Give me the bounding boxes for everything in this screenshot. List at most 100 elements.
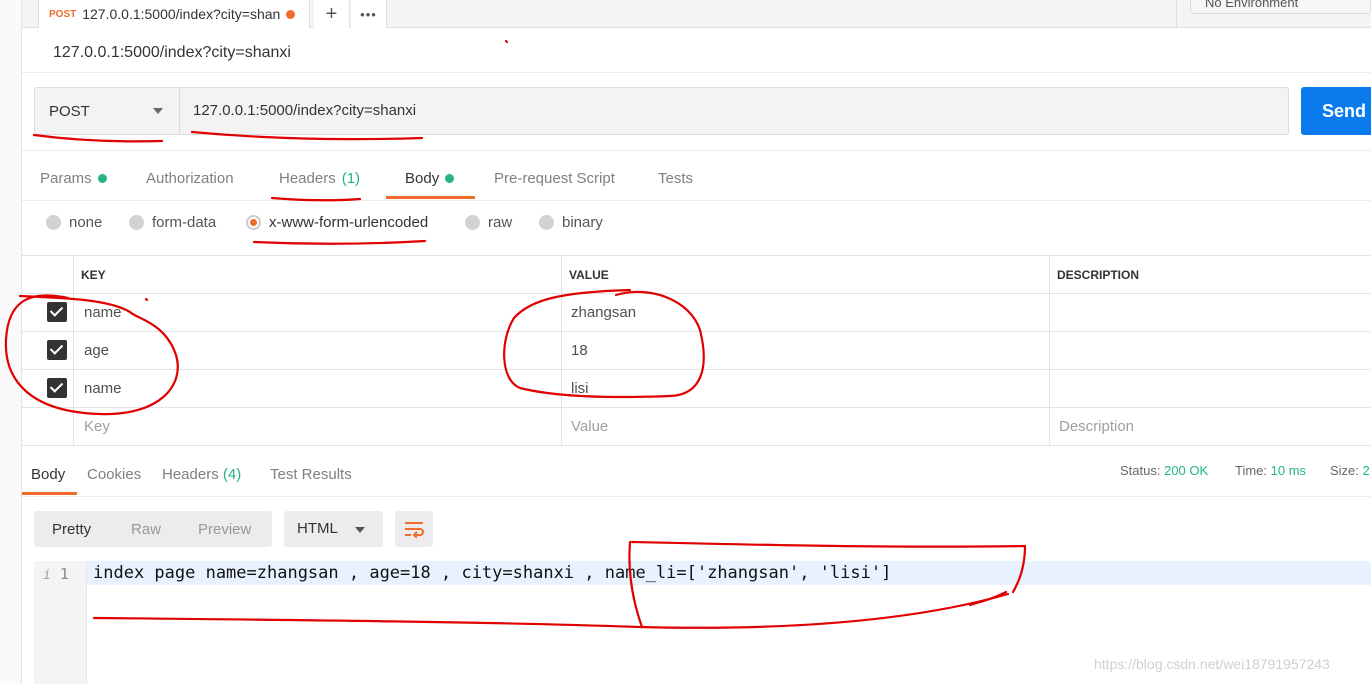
annotation-underline-output (92, 592, 1010, 629)
body-type-label: binary (562, 214, 603, 231)
response-tab-cookies[interactable]: Cookies (87, 466, 141, 483)
body-type-raw[interactable]: raw (465, 214, 512, 231)
tab-tests[interactable]: Tests (658, 170, 693, 187)
body-type-form-data[interactable]: form-data (129, 214, 216, 231)
body-type-label: none (69, 214, 103, 231)
method-value: POST (49, 102, 90, 120)
format-value: HTML (297, 520, 338, 537)
response-tab-headers-label: Headers (162, 466, 219, 483)
table-row: age 18 (22, 332, 1371, 370)
wrap-lines-icon (405, 522, 424, 538)
request-tab-method: POST (49, 8, 77, 20)
divider (22, 200, 1371, 201)
tab-params[interactable]: Params (40, 170, 107, 187)
column-divider (561, 255, 562, 446)
tab-params-label: Params (40, 170, 92, 187)
environment-select[interactable]: No Environment (1190, 0, 1371, 14)
format-select[interactable]: HTML (284, 511, 383, 547)
status-value: 200 OK (1164, 463, 1209, 478)
postman-window: POST 127.0.0.1:5000/index?city=shan + ••… (0, 0, 1371, 684)
annotation-dot (504, 39, 509, 44)
annotation-underline-method (32, 133, 164, 143)
response-time: Time: 10 ms (1235, 463, 1306, 478)
wrap-lines-button[interactable] (395, 511, 433, 547)
tab-headers-label: Headers (279, 170, 336, 187)
table-row-new: Key Value Description (22, 408, 1371, 446)
body-type-label: x-www-form-urlencoded (269, 214, 429, 231)
body-type-label: form-data (152, 214, 217, 231)
radio-selected-icon (246, 215, 261, 230)
column-header-description: DESCRIPTION (1057, 268, 1140, 282)
tab-authorization[interactable]: Authorization (146, 170, 234, 187)
radio-icon (129, 215, 144, 230)
param-value[interactable]: lisi (571, 380, 589, 397)
active-tab-indicator (386, 196, 475, 199)
new-value-input[interactable]: Value (571, 418, 608, 435)
new-tab-button[interactable]: + (314, 0, 350, 28)
plus-icon: + (325, 2, 338, 25)
line-number-value: 1 (59, 565, 69, 583)
more-tabs-button[interactable]: ••• (351, 0, 387, 28)
body-type-none[interactable]: none (46, 214, 102, 231)
view-raw-button[interactable]: Raw (131, 521, 161, 538)
response-tab-body[interactable]: Body (31, 466, 65, 483)
method-select[interactable]: POST (34, 87, 180, 135)
new-key-input[interactable]: Key (84, 418, 110, 435)
time-value: 10 ms (1270, 463, 1307, 478)
unsaved-dot-icon (286, 9, 296, 19)
row-checkbox[interactable] (47, 340, 67, 360)
tab-headers[interactable]: Headers (1) (279, 170, 360, 187)
tab-body[interactable]: Body (405, 170, 455, 187)
time-label: Time: (1235, 463, 1268, 478)
url-input[interactable]: 127.0.0.1:5000/index?city=shanxi (180, 87, 1289, 135)
new-description-input[interactable]: Description (1059, 418, 1134, 435)
param-value[interactable]: zhangsan (571, 304, 636, 321)
status-dot-icon (97, 174, 107, 183)
status-dot-icon (445, 174, 455, 183)
active-tab-indicator (22, 492, 77, 495)
tab-tests-label: Tests (658, 170, 694, 187)
param-value[interactable]: 18 (571, 342, 588, 359)
tab-prerequest-label: Pre-request Script (494, 170, 615, 187)
row-checkbox[interactable] (47, 302, 67, 322)
table-row: name lisi (22, 370, 1371, 408)
watermark: https://blog.csdn.net/wei18791957243 (1094, 656, 1330, 672)
more-icon: ••• (360, 6, 377, 22)
divider (22, 496, 1371, 497)
table-header: KEY VALUE DESCRIPTION (22, 255, 1371, 294)
radio-icon (46, 215, 61, 230)
size-value: 2 (1362, 463, 1370, 478)
info-icon: i (43, 568, 51, 583)
row-checkbox[interactable] (47, 378, 67, 398)
status-label: Status: (1120, 463, 1161, 478)
response-tab-headers[interactable]: Headers (4) (162, 466, 241, 483)
response-tab-test-results[interactable]: Test Results (270, 466, 352, 483)
send-button[interactable]: Send (1301, 87, 1371, 135)
response-headers-count-badge: (4) (222, 466, 242, 483)
line-number: i 1 (43, 565, 69, 583)
body-type-label: raw (488, 214, 513, 231)
body-type-urlencoded[interactable]: x-www-form-urlencoded (246, 214, 428, 231)
request-tab-title: 127.0.0.1:5000/index?city=shan (82, 6, 281, 22)
view-mode-group: Pretty Raw Preview (34, 511, 272, 547)
response-body-text[interactable]: index page name=zhangsan , age=18 , city… (93, 563, 891, 583)
line-gutter: i 1 (34, 561, 87, 684)
divider (1176, 0, 1177, 28)
annotation-underline-urlencoded (252, 239, 427, 245)
tab-prerequest-script[interactable]: Pre-request Script (494, 170, 615, 187)
column-divider (1049, 255, 1050, 446)
request-tab[interactable]: POST 127.0.0.1:5000/index?city=shan (38, 0, 310, 28)
table-row: name zhangsan (22, 294, 1371, 332)
view-preview-button[interactable]: Preview (198, 521, 251, 538)
view-pretty-button[interactable]: Pretty (52, 521, 91, 538)
response-status: Status: 200 OK (1120, 463, 1208, 478)
tab-authorization-label: Authorization (146, 170, 234, 187)
headers-count-badge: (1) (341, 170, 361, 187)
chevron-down-icon (153, 108, 163, 114)
param-key[interactable]: age (84, 342, 109, 359)
param-key[interactable]: name (84, 380, 122, 397)
chevron-down-icon (355, 527, 365, 533)
param-key[interactable]: name (84, 304, 122, 321)
sidebar-edge (0, 0, 22, 684)
body-type-binary[interactable]: binary (539, 214, 603, 231)
